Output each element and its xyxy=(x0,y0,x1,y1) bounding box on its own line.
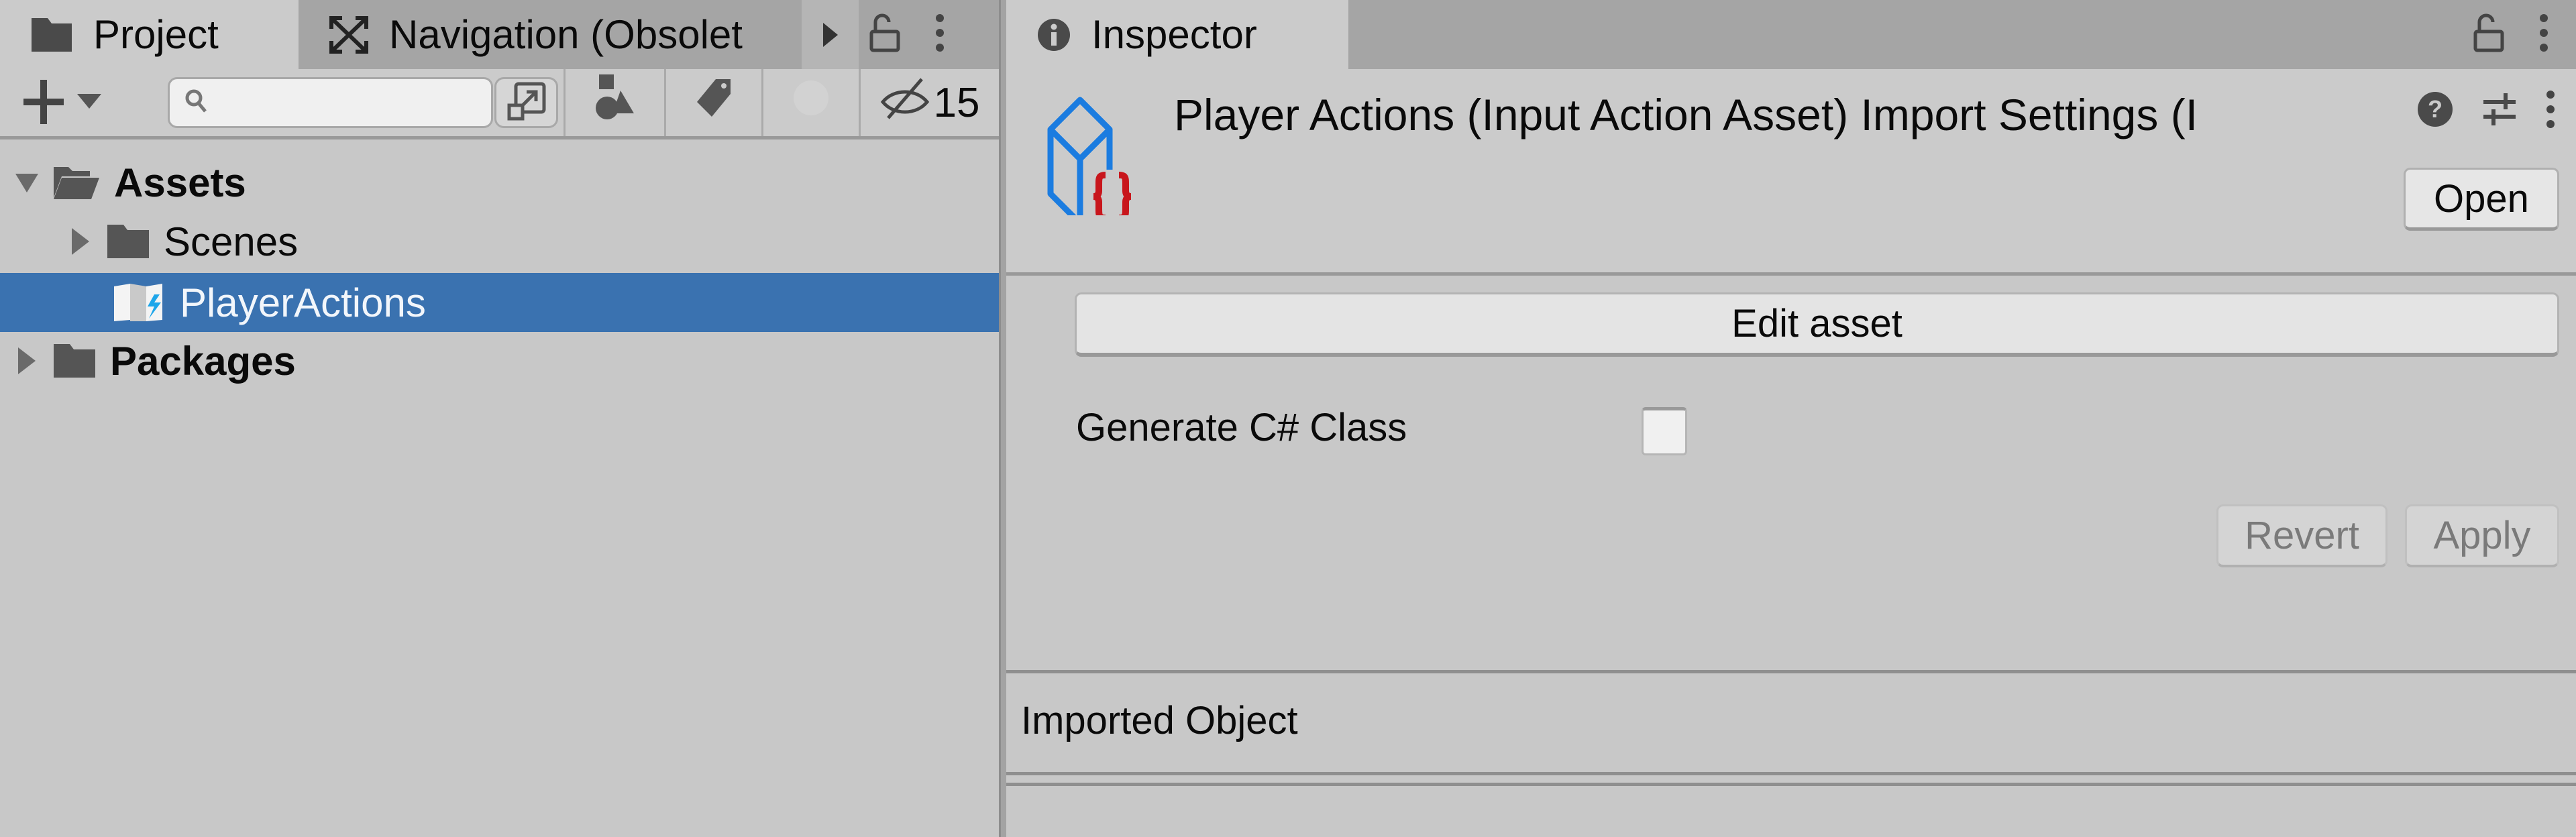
eye-slash-icon xyxy=(880,76,934,129)
open-button[interactable]: Open xyxy=(2404,168,2559,231)
divider xyxy=(1006,670,2576,673)
open-search-window-icon xyxy=(506,81,547,125)
tab-project-label: Project xyxy=(93,12,219,57)
hidden-packages-count: 15 xyxy=(933,79,980,126)
play-arrow-icon xyxy=(822,11,839,58)
folder-icon xyxy=(106,223,150,260)
search-by-label-button[interactable] xyxy=(664,69,761,136)
project-panel: Project Navigation (Obsolet 15 Assets Sc… xyxy=(0,0,1112,837)
tree-item-label: Packages xyxy=(110,338,296,384)
input-action-asset-large-icon xyxy=(1040,95,1147,226)
navigation-icon xyxy=(329,15,369,54)
apply-button[interactable]: Apply xyxy=(2405,504,2559,567)
tab-inspector-label: Inspector xyxy=(1091,12,1257,57)
tab-project[interactable]: Project xyxy=(0,0,299,69)
panel-splitter[interactable] xyxy=(999,0,1006,837)
search-field[interactable] xyxy=(168,77,493,128)
search-icon xyxy=(184,89,207,117)
inspector-body: Edit asset Generate C# Class Revert Appl… xyxy=(1006,276,2576,837)
project-toolbar: 15 xyxy=(0,69,999,140)
inspector-tab-bar: Inspector xyxy=(1006,0,2576,69)
tree-item-label: Scenes xyxy=(164,219,299,264)
kebab-menu-icon[interactable] xyxy=(934,13,945,56)
shapes-icon xyxy=(595,74,635,131)
tab-navigation[interactable]: Navigation (Obsolet xyxy=(299,0,805,69)
presets-icon[interactable] xyxy=(2481,91,2518,131)
folder-icon xyxy=(30,17,73,53)
tree-item-playeractions[interactable]: PlayerActions xyxy=(0,273,1112,332)
tree-item-packages[interactable]: Packages xyxy=(0,331,1012,390)
search-window-button[interactable] xyxy=(494,77,558,128)
info-icon-disabled xyxy=(792,79,830,127)
tree-item-assets[interactable]: Assets xyxy=(0,153,1012,212)
collapsed-arrow-icon[interactable] xyxy=(13,347,40,374)
dropdown-arrow-icon xyxy=(77,93,101,113)
search-input[interactable] xyxy=(217,84,474,121)
create-button[interactable] xyxy=(23,74,117,132)
edit-asset-button[interactable]: Edit asset xyxy=(1075,292,2559,357)
lock-icon[interactable] xyxy=(2473,13,2505,56)
more-tabs-button[interactable] xyxy=(802,0,859,69)
divider xyxy=(1006,783,2576,786)
inspector-title: Player Actions (Input Action Asset) Impo… xyxy=(1174,90,2198,140)
collapsed-arrow-icon[interactable] xyxy=(67,228,94,255)
plus-icon xyxy=(23,79,64,127)
tab-inspector[interactable]: Inspector xyxy=(1006,0,1348,69)
folder-open-icon xyxy=(52,164,101,201)
lock-icon[interactable] xyxy=(869,13,901,56)
input-action-asset-icon xyxy=(113,282,166,323)
folder-icon xyxy=(52,343,97,379)
divider xyxy=(1006,772,2576,775)
tree-item-scenes[interactable]: Scenes xyxy=(0,212,1066,271)
log-filter-button[interactable] xyxy=(761,69,859,136)
tab-navigation-label: Navigation (Obsolet xyxy=(389,12,743,57)
generate-csharp-class-label: Generate C# Class xyxy=(1076,406,1407,449)
project-tab-bar: Project Navigation (Obsolet xyxy=(0,0,999,69)
tag-icon xyxy=(696,78,732,128)
generate-csharp-class-checkbox[interactable] xyxy=(1642,407,1687,455)
kebab-menu-icon[interactable] xyxy=(2538,13,2549,56)
tree-item-label: PlayerActions xyxy=(180,280,426,325)
inspector-header: Player Actions (Input Action Asset) Impo… xyxy=(1006,69,2576,276)
imported-object-header[interactable]: Imported Object xyxy=(1021,698,1298,743)
tree-item-label: Assets xyxy=(114,160,246,205)
help-icon[interactable]: ? xyxy=(2416,91,2454,131)
search-by-type-button[interactable] xyxy=(564,69,664,136)
info-icon xyxy=(1036,17,1071,52)
kebab-menu-icon[interactable] xyxy=(2545,89,2556,133)
expanded-arrow-icon[interactable] xyxy=(13,171,40,194)
svg-text:?: ? xyxy=(2428,95,2443,123)
revert-button[interactable]: Revert xyxy=(2216,504,2387,567)
hidden-packages-toggle[interactable]: 15 xyxy=(859,69,999,136)
